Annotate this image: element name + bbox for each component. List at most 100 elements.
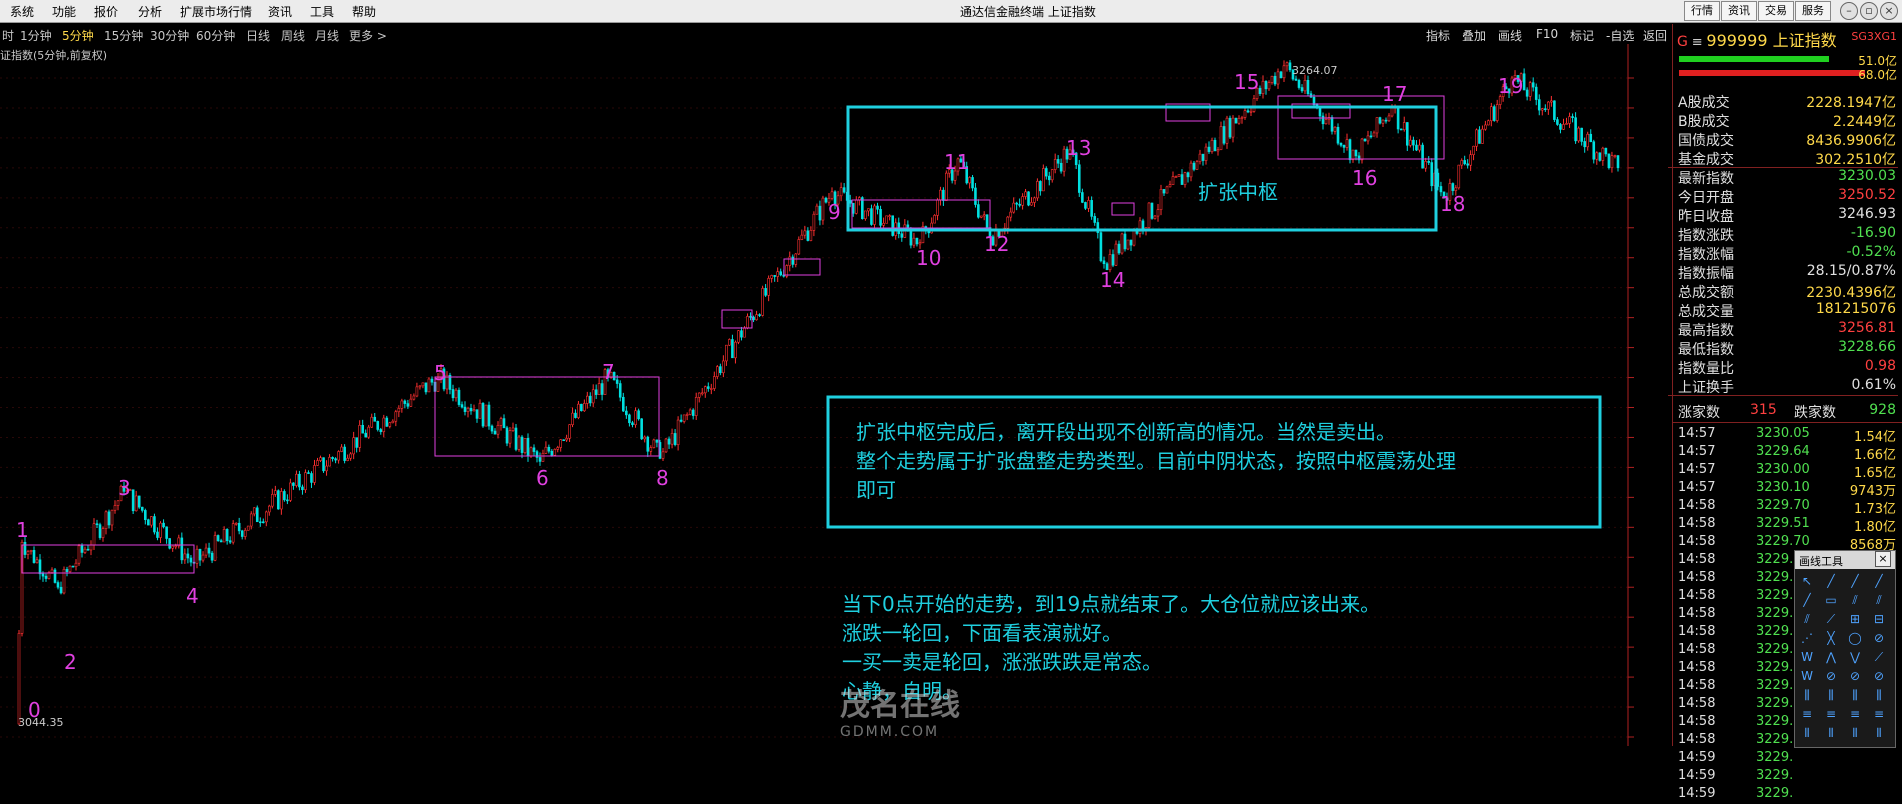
candle-down <box>1525 89 1529 97</box>
candle-up <box>77 545 81 564</box>
menu-icon[interactable]: ≡ <box>1692 35 1703 50</box>
restore-icon[interactable]: ▫ <box>1860 2 1878 20</box>
candle-up <box>1042 168 1045 192</box>
drawing-tool-icon[interactable]: ⦀ <box>1823 725 1839 741</box>
candle-up <box>174 545 178 548</box>
drawing-tool-icon[interactable]: ⊞ <box>1847 611 1863 627</box>
drawing-tool-icon[interactable]: ⫼ <box>1823 687 1839 703</box>
drawing-tool-icon[interactable]: ≡ <box>1847 706 1863 722</box>
low-price-label: 3044.35 <box>18 716 64 729</box>
candle-down <box>1544 108 1547 110</box>
drawing-tool-icon[interactable]: ⊟ <box>1871 611 1887 627</box>
drawing-tool-icon[interactable]: ⋀ <box>1823 649 1839 665</box>
drawing-tool-icon[interactable]: ≡ <box>1823 706 1839 722</box>
candle-up <box>382 417 386 433</box>
candle-up <box>325 465 328 472</box>
minimize-icon[interactable]: – <box>1840 2 1858 20</box>
candle-down <box>1264 80 1268 90</box>
drawing-tool-icon[interactable]: ⦀ <box>1799 725 1815 741</box>
candle-up <box>1132 230 1136 246</box>
candle-up <box>274 490 277 495</box>
candle-up <box>1138 220 1142 234</box>
drawing-tool-icon[interactable]: ⟋ <box>1871 649 1887 665</box>
drawing-tool-icon[interactable]: ⋰ <box>1799 630 1815 646</box>
drawing-tool-icon[interactable]: ⫽ <box>1799 611 1815 627</box>
candle-down <box>1451 183 1455 191</box>
stat-row: 国债成交 8436.9906亿 <box>1678 130 1896 149</box>
candle-down <box>749 316 752 318</box>
drawing-tool-icon[interactable]: ⫽ <box>1847 592 1863 608</box>
news-button[interactable]: 资讯 <box>1721 1 1757 21</box>
candle-up <box>1402 122 1406 131</box>
tick-time: 14:58 <box>1678 534 1716 549</box>
drawing-tool-icon[interactable]: ↖ <box>1799 573 1815 589</box>
service-button[interactable]: 服务 <box>1795 1 1831 21</box>
candle-up <box>313 465 316 483</box>
drawing-tool-icon[interactable]: ⊘ <box>1823 668 1839 684</box>
stat-row: 最高指数 3256.81 <box>1678 320 1896 339</box>
stat-label: A股成交 <box>1678 95 1730 111</box>
drawing-tool-icon[interactable]: ╱ <box>1871 573 1887 589</box>
close-icon[interactable]: × <box>1875 551 1891 567</box>
candle-up <box>722 360 725 374</box>
candle-down <box>307 472 310 474</box>
drawing-tool-icon[interactable]: ╱ <box>1847 573 1863 589</box>
drawing-tool-icon[interactable]: ⫼ <box>1871 687 1887 703</box>
candle-up <box>703 386 707 394</box>
drawing-tool-icon[interactable]: ╳ <box>1823 630 1839 646</box>
drawing-tool-icon[interactable]: ⋁ <box>1847 649 1863 665</box>
candle-up <box>1243 110 1247 118</box>
tick-time: 14:57 <box>1678 462 1716 477</box>
candle-up <box>427 378 431 393</box>
tick-price: 3230.10 <box>1756 480 1810 495</box>
drawing-tool-icon[interactable]: ⫼ <box>1847 687 1863 703</box>
note-line: 整个走势属于扩张盘整走势类型。目前中阴状态，按照中枢震荡处理 <box>856 449 1456 473</box>
candle-down <box>879 208 882 226</box>
candle-up <box>74 562 78 567</box>
candle-down <box>286 499 289 502</box>
candle-up <box>670 433 674 445</box>
candle-down <box>1228 117 1232 138</box>
candle-up <box>529 447 533 457</box>
tick-time: 14:58 <box>1678 606 1716 621</box>
candle-down <box>1162 189 1166 194</box>
close-icon[interactable]: × <box>1880 2 1898 20</box>
drawing-tool-icon[interactable]: ⊘ <box>1847 668 1863 684</box>
trade-button[interactable]: 交易 <box>1758 1 1794 21</box>
point-label: 3 <box>118 476 131 500</box>
point-label: 4 <box>186 584 199 608</box>
candle-up <box>1240 117 1244 119</box>
drawing-tool-icon[interactable]: ⊘ <box>1871 668 1887 684</box>
drawing-tool-window[interactable]: 画线工具 × ↖ ╱ ╱ ╱ ╱ ▭ ⫽ ⫽ ⫽ ⟋ ⊞ ⊟ ⋰ ╳ ◯ ⊘ W ⋀ ⋁ ⟋ W ⊘ ⊘ ⊘ ⫼ ⫼ ⫼ ⫼ ≡ ≡ ≡ ≡ ⦀… <box>1794 550 1896 748</box>
drawing-tool-icon[interactable]: ⫼ <box>1799 687 1815 703</box>
candle-up <box>1261 80 1265 94</box>
candle-down <box>406 403 410 407</box>
drawing-tool-icon[interactable]: ╱ <box>1823 573 1839 589</box>
drawing-tool-icon[interactable]: ⦀ <box>1847 725 1863 741</box>
drawing-tool-icon[interactable]: ≡ <box>1871 706 1887 722</box>
drawing-tool-titlebar[interactable]: 画线工具 × <box>1795 551 1895 569</box>
drawing-tool-icon[interactable]: ▭ <box>1823 592 1839 608</box>
candle-down <box>156 531 159 538</box>
drawing-tool-icon[interactable]: ≡ <box>1799 706 1815 722</box>
candle-up <box>541 452 545 462</box>
candle-up <box>159 522 162 538</box>
market-button[interactable]: 行情 <box>1684 1 1720 21</box>
drawing-tool-icon[interactable]: W <box>1799 668 1815 684</box>
drawing-tool-icon[interactable]: ⟋ <box>1823 611 1839 627</box>
candle-down <box>1111 254 1115 266</box>
candle-up <box>496 425 500 435</box>
candle-down <box>1553 100 1556 120</box>
drawing-tool-icon[interactable]: ◯ <box>1847 630 1863 646</box>
candle-down <box>574 412 577 418</box>
drawing-tool-icon[interactable]: ⊘ <box>1871 630 1887 646</box>
candle-up <box>556 447 560 450</box>
candle-up <box>1540 108 1544 111</box>
candle-down <box>1396 106 1400 130</box>
drawing-tool-icon[interactable]: ╱ <box>1799 592 1815 608</box>
candle-up <box>1174 176 1178 178</box>
drawing-tool-icon[interactable]: W <box>1799 649 1815 665</box>
drawing-tool-icon[interactable]: ⦀ <box>1871 725 1887 741</box>
drawing-tool-icon[interactable]: ⫽ <box>1871 592 1887 608</box>
tick-amount: 1.66亿 <box>1854 448 1896 463</box>
